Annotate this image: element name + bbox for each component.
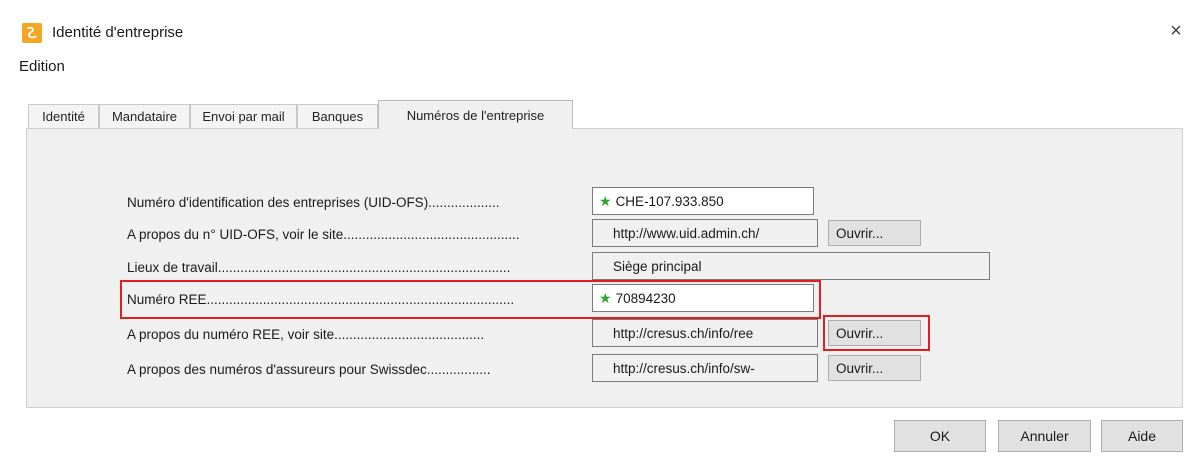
ree-label: Numéro REE..............................…: [127, 292, 515, 307]
ok-button[interactable]: OK: [894, 420, 986, 452]
swissdec-open-button[interactable]: Ouvrir...: [828, 355, 921, 381]
tab-numeros-entreprise[interactable]: Numéros de l'entreprise: [378, 100, 573, 129]
cresus-app-icon: [22, 23, 42, 43]
ree-open-button[interactable]: Ouvrir...: [828, 320, 921, 346]
window-title: Identité d'entreprise: [52, 24, 184, 41]
workplaces-field: Siège principal: [592, 252, 990, 280]
uid-label: Numéro d'identification des entreprises …: [127, 195, 500, 210]
required-star-icon: ★: [599, 289, 612, 306]
close-icon: ×: [1170, 19, 1182, 42]
dialog-window: Identité d'entreprise × Edition Identité…: [0, 0, 1195, 463]
ree-url-field: http://cresus.ch/info/ree: [592, 319, 818, 347]
uid-url-field: http://www.uid.admin.ch/: [592, 219, 818, 247]
swissdec-url-field: http://cresus.ch/info/sw-: [592, 354, 818, 382]
uid-open-button[interactable]: Ouvrir...: [828, 220, 921, 246]
ree-field[interactable]: ★ 70894230: [592, 284, 814, 312]
tab-banques[interactable]: Banques: [297, 104, 378, 128]
menu-edition[interactable]: Edition: [19, 58, 65, 75]
required-star-icon: ★: [599, 192, 612, 209]
tab-identite[interactable]: Identité: [28, 104, 99, 128]
tab-mandataire[interactable]: Mandataire: [99, 104, 190, 128]
help-button[interactable]: Aide: [1101, 420, 1183, 452]
close-button[interactable]: ×: [1163, 18, 1189, 44]
swissdec-about-label: A propos des numéros d'assureurs pour Sw…: [127, 362, 491, 377]
uid-field[interactable]: ★ CHE-107.933.850: [592, 187, 814, 215]
tab-envoi-par-mail[interactable]: Envoi par mail: [190, 104, 297, 128]
title-bar: Identité d'entreprise ×: [0, 0, 1195, 48]
uid-about-label: A propos du n° UID-OFS, voir le site....…: [127, 227, 520, 242]
cancel-button[interactable]: Annuler: [998, 420, 1091, 452]
workplaces-label: Lieux de travail........................…: [127, 260, 511, 275]
ree-about-label: A propos du numéro REE, voir site.......…: [127, 327, 485, 342]
